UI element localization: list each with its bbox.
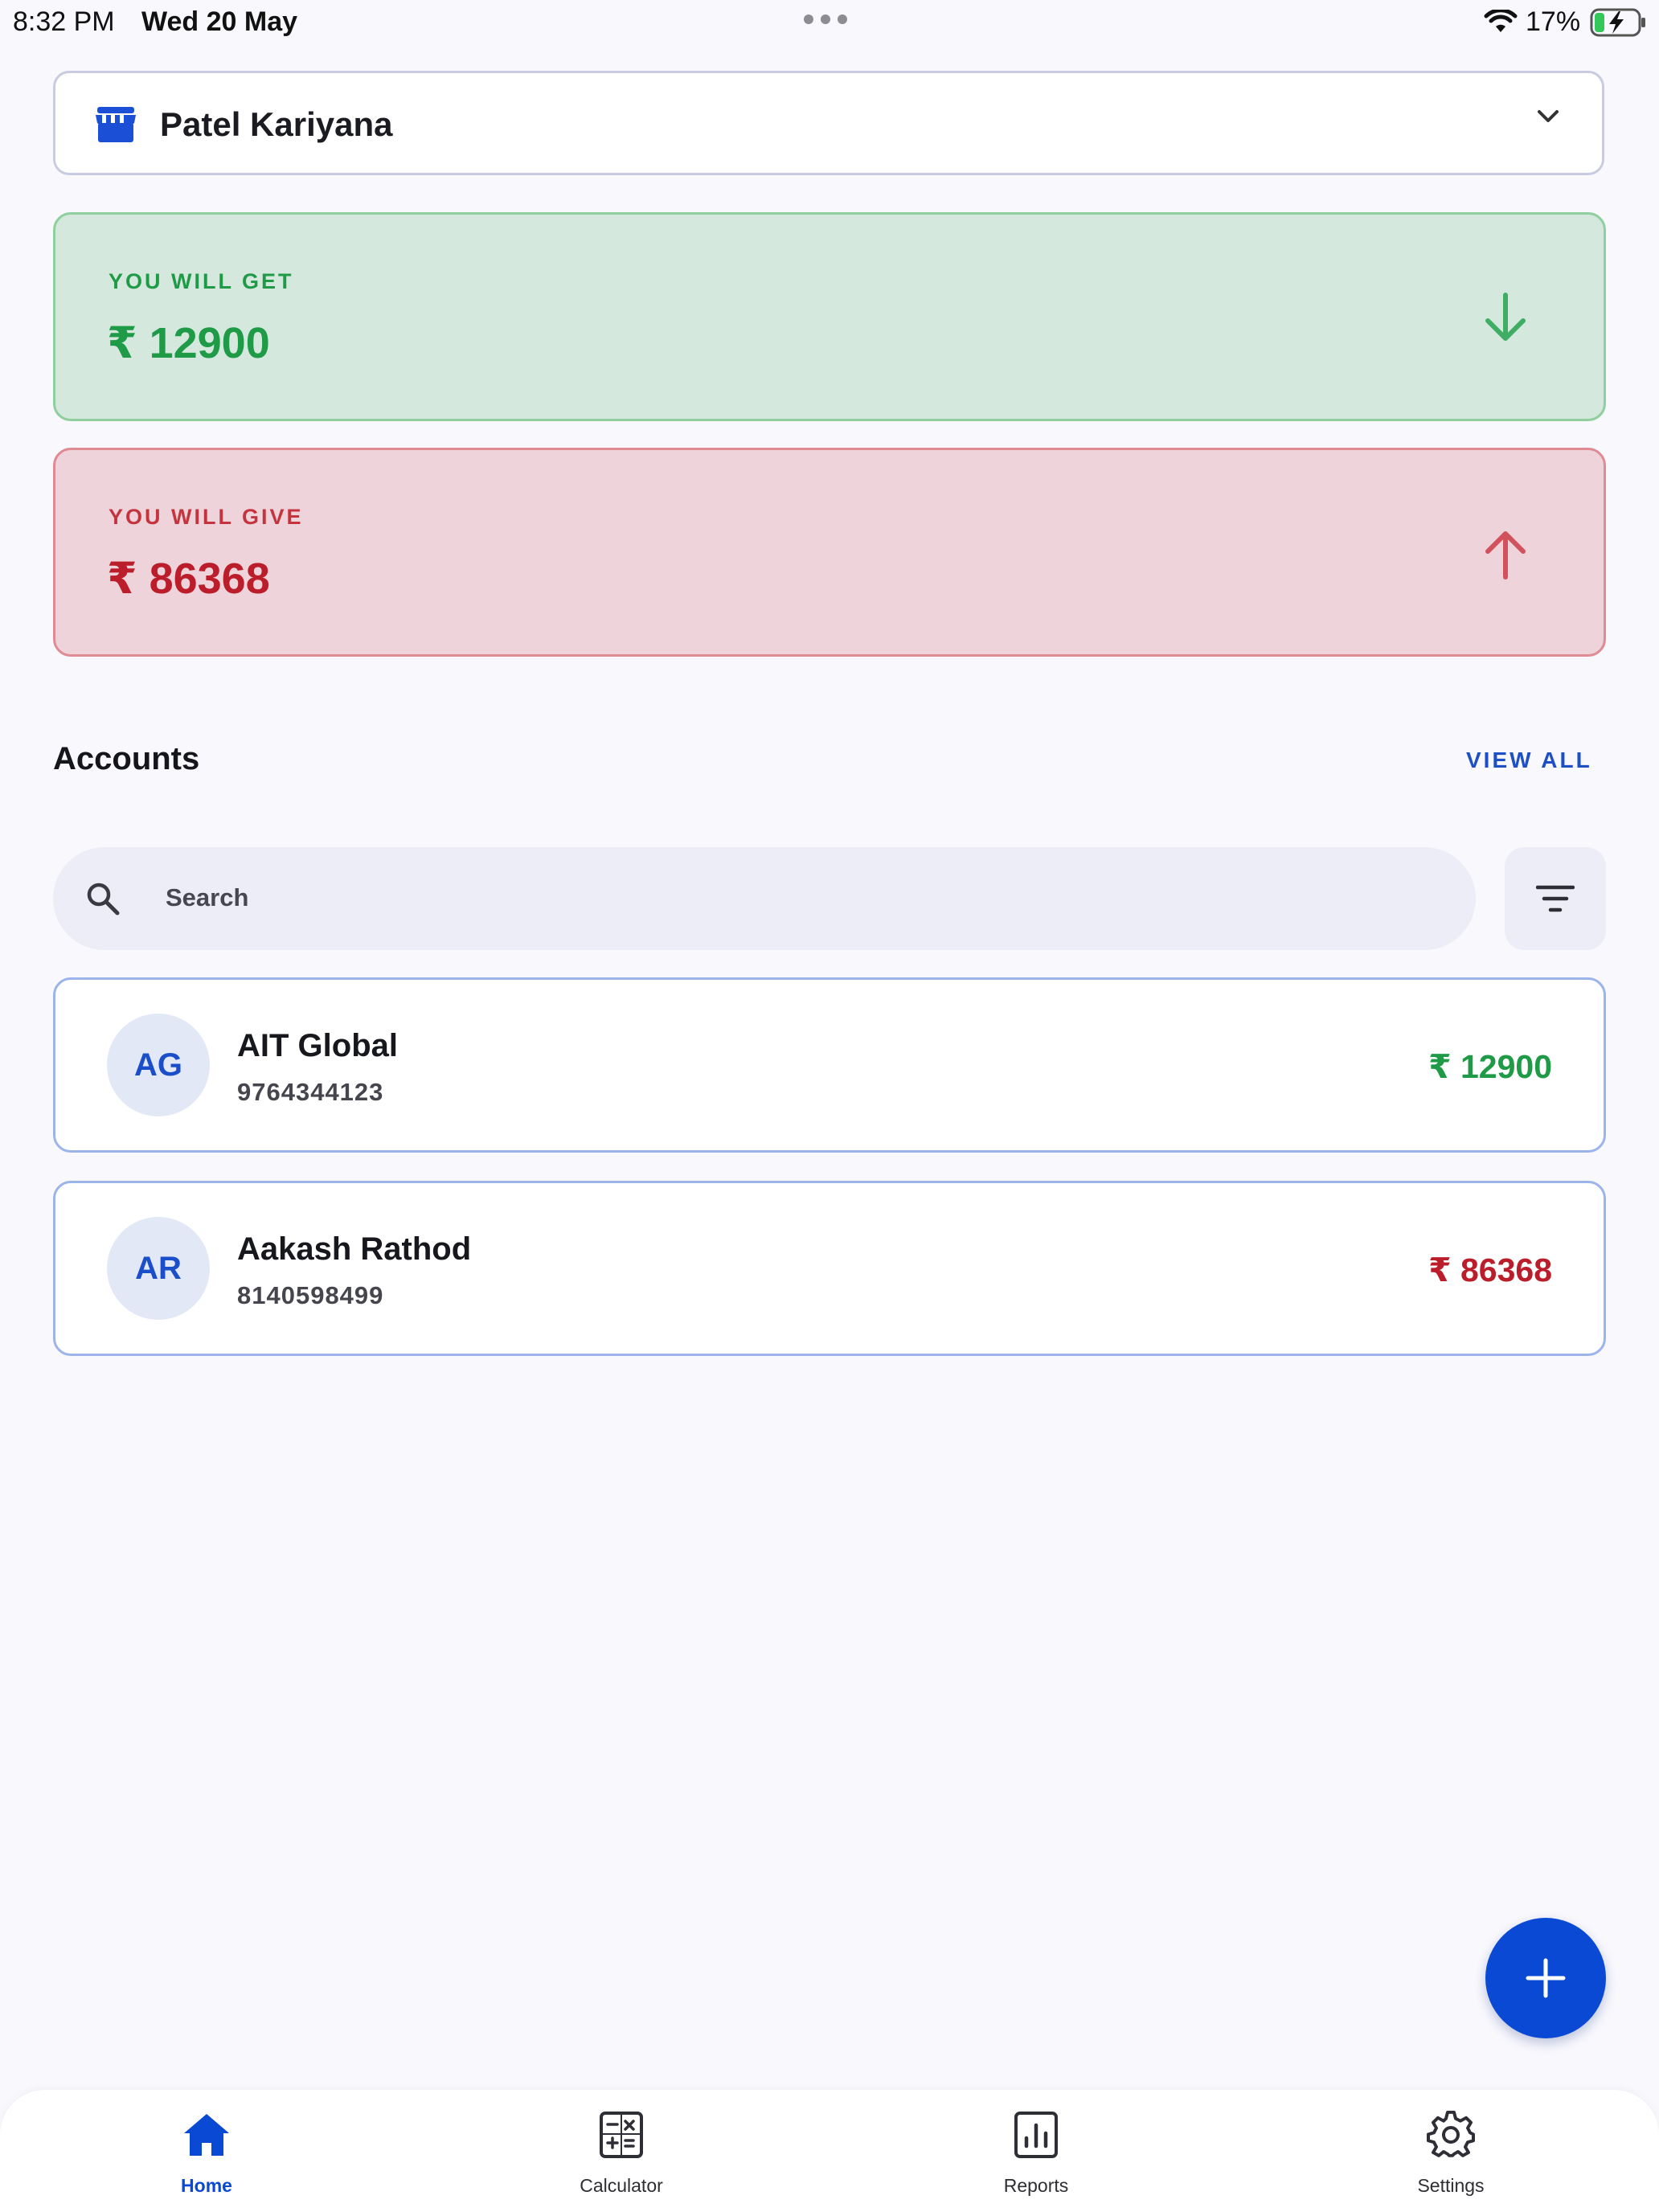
account-card-aakash-rathod[interactable]: AR Aakash Rathod 8140598499 ₹ 86368	[53, 1181, 1606, 1356]
add-account-button[interactable]	[1485, 1918, 1606, 2038]
nav-reports-label: Reports	[1003, 2175, 1069, 2196]
store-icon	[96, 107, 136, 142]
view-all-link[interactable]: VIEW ALL	[1466, 748, 1592, 773]
account-balance: ₹ 12900	[1428, 1048, 1552, 1085]
multitasking-dots-icon[interactable]	[804, 14, 847, 24]
nav-settings[interactable]: Settings	[1362, 2090, 1539, 2212]
you-will-give-card[interactable]: YOU WILL GIVE ₹ 86368	[53, 448, 1606, 657]
you-will-get-card[interactable]: YOU WILL GET ₹ 12900	[53, 212, 1606, 421]
nav-home-label: Home	[181, 2175, 232, 2196]
battery-charging-icon	[1590, 8, 1645, 37]
you-will-get-label: YOU WILL GET	[109, 269, 294, 293]
status-date: Wed 20 May	[141, 6, 298, 37]
nav-reports[interactable]: Reports	[948, 2090, 1124, 2212]
account-phone: 8140598499	[237, 1281, 384, 1309]
nav-calculator[interactable]: Calculator	[533, 2090, 710, 2212]
arrow-down-icon	[1485, 293, 1526, 341]
nav-calculator-label: Calculator	[580, 2175, 663, 2196]
search-icon	[87, 883, 120, 916]
you-will-give-amount: ₹ 86368	[107, 555, 270, 603]
filter-button[interactable]	[1505, 847, 1606, 950]
chevron-down-icon	[1538, 110, 1559, 122]
account-card-ait-global[interactable]: AG AIT Global 9764344123 ₹ 12900	[53, 977, 1606, 1153]
filter-icon	[1536, 885, 1575, 912]
account-name: AIT Global	[237, 1028, 398, 1063]
search-input[interactable]	[164, 871, 1437, 924]
you-will-give-label: YOU WILL GIVE	[109, 505, 304, 529]
shop-selector[interactable]: Patel Kariyana	[53, 71, 1604, 175]
gear-icon	[1427, 2111, 1475, 2157]
plus-icon	[1526, 1958, 1566, 1998]
avatar: AR	[107, 1217, 210, 1320]
calculator-icon	[600, 2112, 643, 2158]
account-name: Aakash Rathod	[237, 1231, 472, 1267]
battery-percentage: 17%	[1526, 6, 1581, 37]
shop-name: Patel Kariyana	[160, 105, 393, 143]
avatar: AG	[107, 1014, 210, 1116]
nav-settings-label: Settings	[1417, 2175, 1485, 2196]
account-phone: 9764344123	[237, 1078, 384, 1106]
you-will-get-amount: ₹ 12900	[107, 319, 270, 367]
nav-home[interactable]: Home	[118, 2090, 295, 2212]
search-bar[interactable]	[53, 847, 1476, 950]
accounts-title: Accounts	[53, 741, 200, 776]
account-balance: ₹ 86368	[1428, 1251, 1552, 1288]
reports-icon	[1014, 2112, 1058, 2158]
bottom-navigation: Home Calculator Reports Settings	[0, 2090, 1659, 2212]
arrow-up-icon	[1485, 531, 1526, 580]
wifi-icon	[1484, 10, 1518, 32]
status-time: 8:32 PM	[13, 6, 115, 37]
home-icon	[184, 2114, 229, 2156]
status-bar: 8:32 PM Wed 20 May 17%	[0, 0, 1659, 43]
